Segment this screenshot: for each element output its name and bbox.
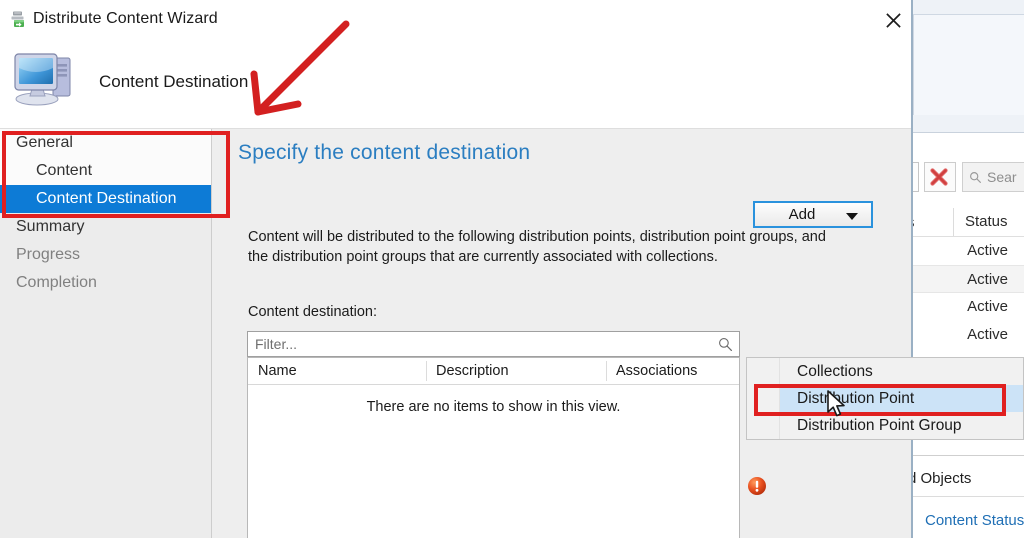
status-badge: Active	[967, 326, 1008, 343]
sidebar-item-summary[interactable]: Summary	[0, 213, 211, 241]
filter-placeholder: Filter...	[255, 336, 298, 352]
grid-column-associations[interactable]: Associations	[616, 363, 697, 379]
content-description: Content will be distributed to the follo…	[248, 229, 826, 265]
distribute-content-icon	[11, 11, 24, 27]
wizard-content-pane: Specify the content destination Content …	[212, 129, 911, 538]
menu-item-label: Collections	[797, 363, 873, 380]
sidebar-item-label: Progress	[16, 246, 81, 263]
background-column-status: Status	[965, 213, 1008, 230]
dialog-title-bar: Distribute Content Wizard	[0, 0, 911, 40]
search-icon	[719, 338, 733, 352]
background-toolbar: Sear	[905, 160, 1024, 194]
content-status-link[interactable]: Content Status	[925, 512, 1024, 529]
menu-item-distribution-point[interactable]: Distribution Point	[747, 385, 1023, 412]
sidebar-item-label: Content Destination	[36, 190, 177, 207]
table-row[interactable]: Active	[905, 293, 1024, 321]
background-objects-label: d Objects	[908, 470, 972, 487]
sidebar-item-completion[interactable]: Completion	[0, 269, 211, 297]
page-title: Content Destination	[99, 72, 249, 91]
sidebar-item-general[interactable]: General	[0, 129, 211, 157]
background-column-divider	[953, 208, 954, 236]
menu-item-collections[interactable]: Collections	[747, 358, 1023, 385]
wizard-step-sidebar: General Content Content Destination Summ…	[0, 129, 212, 538]
search-icon	[970, 171, 981, 183]
sidebar-item-content[interactable]: Content	[0, 157, 211, 185]
sidebar-item-label: Summary	[16, 218, 85, 235]
background-application-window: Sear s Status Active Active Active Activ…	[905, 0, 1024, 538]
computer-monitor-icon	[14, 53, 71, 106]
sidebar-item-label: Content	[36, 162, 93, 179]
add-button[interactable]: Add	[753, 201, 873, 228]
menu-item-label: Distribution Point	[797, 390, 915, 407]
distribute-content-wizard-dialog: Distribute Content Wizard Content Destin…	[0, 0, 913, 538]
background-table-header-row: s Status	[905, 208, 1024, 237]
content-destination-grid: Name Description Associations There are …	[247, 357, 740, 538]
red-x-delete-icon[interactable]	[924, 162, 956, 192]
table-row[interactable]: Active	[905, 265, 1024, 293]
grid-empty-message: There are no items to show in this view.	[366, 399, 621, 415]
background-panel-rule	[905, 496, 1024, 497]
grid-column-description[interactable]: Description	[436, 363, 509, 379]
error-exclamation-icon	[748, 477, 766, 495]
window-title: Distribute Content Wizard	[33, 10, 218, 27]
chevron-down-icon	[846, 213, 858, 220]
grid-column-name[interactable]: Name	[258, 363, 297, 379]
grid-header-row: Name Description Associations	[248, 358, 739, 385]
sidebar-item-progress[interactable]: Progress	[0, 241, 211, 269]
add-dropdown-menu: Collections Distribution Point Distribut…	[746, 357, 1024, 440]
filter-input[interactable]: Filter...	[247, 331, 740, 357]
background-detail-panel: d Objects Content Status	[905, 455, 1024, 538]
menu-item-label: Distribution Point Group	[797, 417, 962, 434]
sidebar-item-content-destination[interactable]: Content Destination	[0, 185, 211, 213]
background-search-placeholder: Sear	[987, 169, 1017, 185]
grid-column-divider	[606, 361, 607, 381]
background-search-input[interactable]: Sear	[962, 162, 1024, 192]
status-badge: Active	[967, 271, 1008, 288]
status-badge: Active	[967, 242, 1008, 259]
content-heading: Specify the content destination	[238, 141, 531, 164]
background-ribbon-panel	[913, 14, 1024, 115]
menu-item-distribution-point-group[interactable]: Distribution Point Group	[747, 412, 1023, 439]
table-row[interactable]: Active	[905, 237, 1024, 265]
sidebar-item-label: Completion	[16, 274, 97, 291]
close-icon	[885, 12, 901, 28]
close-button[interactable]	[876, 5, 910, 35]
dialog-header: Content Destination	[0, 40, 911, 129]
menu-icon-strip	[747, 358, 780, 439]
content-destination-label: Content destination:	[248, 304, 377, 320]
table-row[interactable]: Active	[905, 321, 1024, 349]
background-status-table: s Status Active Active Active Active	[905, 208, 1024, 349]
background-ribbon	[905, 0, 1024, 133]
add-button-label: Add	[788, 206, 816, 223]
status-badge: Active	[967, 298, 1008, 315]
sidebar-item-label: General	[16, 134, 73, 151]
grid-column-divider	[426, 361, 427, 381]
